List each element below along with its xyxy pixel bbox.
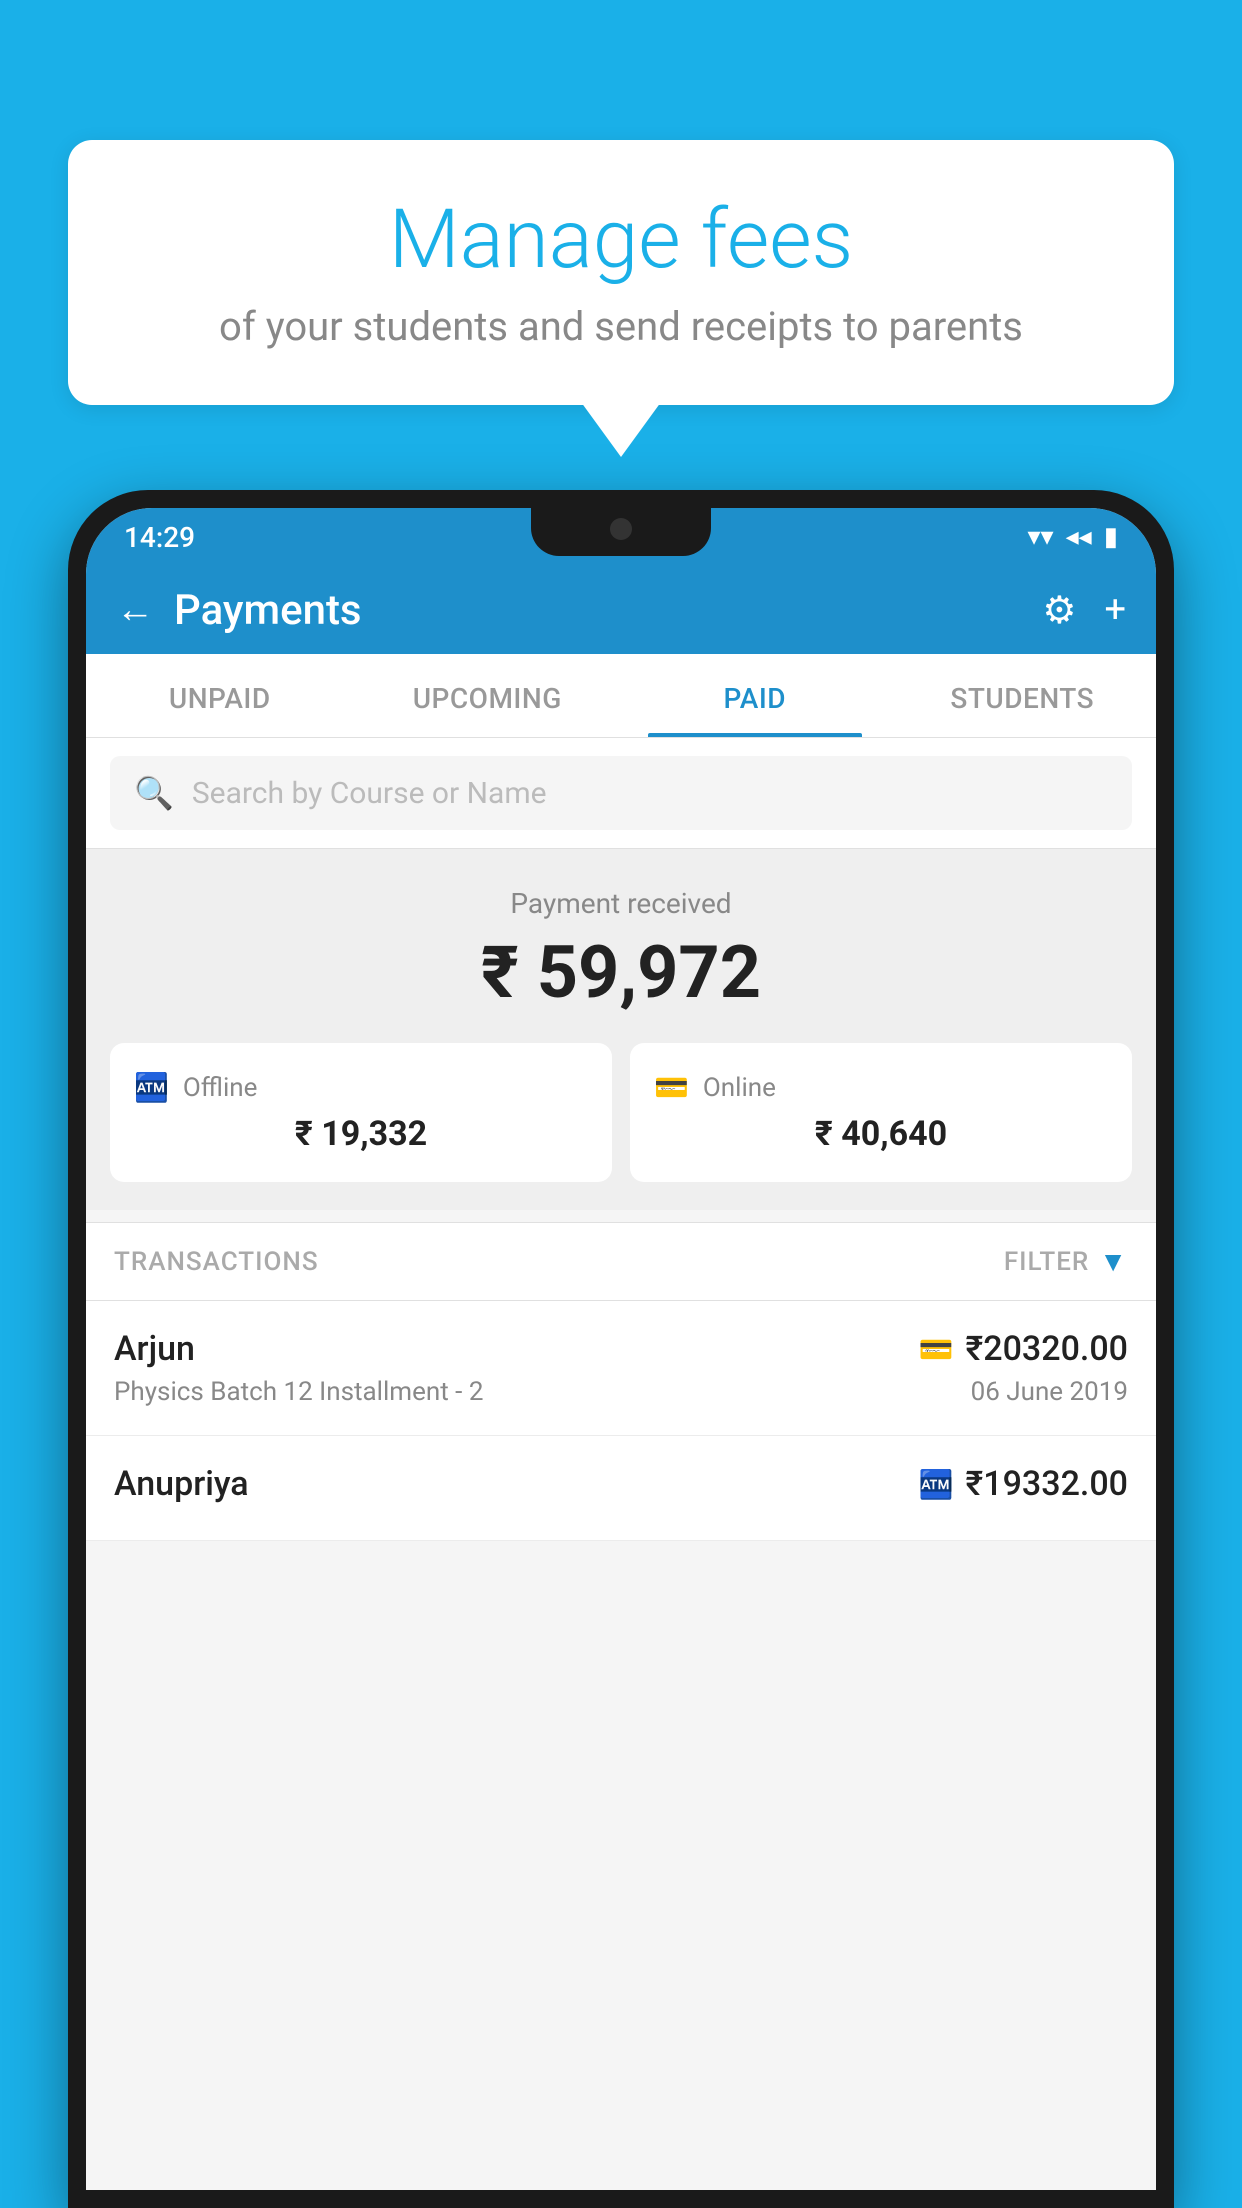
offline-card: 🏧 Offline ₹ 19,332 <box>110 1043 612 1182</box>
plus-button[interactable]: + <box>1104 588 1126 632</box>
transaction-amount: ₹19332.00 <box>966 1464 1128 1504</box>
header-actions: ⚙ + <box>1042 588 1126 633</box>
back-button[interactable]: ← <box>116 588 154 632</box>
transaction-online-icon: 💳 <box>919 1333 954 1366</box>
offline-icon: 🏧 <box>134 1071 169 1104</box>
search-icon: 🔍 <box>134 774 174 812</box>
transaction-row-bottom: Physics Batch 12 Installment - 2 06 June… <box>114 1377 1128 1407</box>
status-time: 14:29 <box>124 521 195 554</box>
search-container: 🔍 Search by Course or Name <box>86 738 1156 849</box>
tab-students[interactable]: STUDENTS <box>889 654 1157 737</box>
bubble-title: Manage fees <box>128 195 1114 285</box>
app-header: ← Payments ⚙ + <box>86 566 1156 654</box>
transaction-course: Physics Batch 12 Installment - 2 <box>114 1377 483 1407</box>
transaction-name: Anupriya <box>114 1464 249 1504</box>
phone-camera <box>610 518 632 540</box>
phone-frame: 14:29 ▾▾ ◂◂ ▮ ← Payments ⚙ + UNPAID UPCO… <box>68 490 1174 2208</box>
transaction-row-top: Arjun 💳 ₹20320.00 <box>114 1329 1128 1369</box>
signal-icon: ◂◂ <box>1066 522 1092 552</box>
online-amount: ₹ 40,640 <box>654 1114 1108 1154</box>
transaction-amount-wrapper: 🏧 ₹19332.00 <box>919 1464 1128 1504</box>
transaction-name: Arjun <box>114 1329 195 1369</box>
search-input-wrapper[interactable]: 🔍 Search by Course or Name <box>110 756 1132 830</box>
transactions-header: TRANSACTIONS FILTER ▼ <box>86 1222 1156 1301</box>
online-icon: 💳 <box>654 1071 689 1104</box>
transaction-amount-wrapper: 💳 ₹20320.00 <box>919 1329 1128 1369</box>
phone-screen: 14:29 ▾▾ ◂◂ ▮ ← Payments ⚙ + UNPAID UPCO… <box>86 508 1156 2190</box>
online-card-header: 💳 Online <box>654 1071 1108 1104</box>
online-card: 💳 Online ₹ 40,640 <box>630 1043 1132 1182</box>
offline-card-header: 🏧 Offline <box>134 1071 588 1104</box>
payment-summary: Payment received ₹ 59,972 🏧 Offline ₹ 19… <box>86 849 1156 1210</box>
filter-icon: ▼ <box>1099 1245 1128 1278</box>
battery-icon: ▮ <box>1104 522 1118 552</box>
filter-label: FILTER <box>1004 1247 1089 1277</box>
online-label: Online <box>703 1073 776 1103</box>
transaction-row-top: Anupriya 🏧 ₹19332.00 <box>114 1464 1128 1504</box>
offline-amount: ₹ 19,332 <box>134 1114 588 1154</box>
header-title: Payments <box>174 586 1042 635</box>
payment-cards: 🏧 Offline ₹ 19,332 💳 Online ₹ 40,640 <box>110 1043 1132 1182</box>
filter-button[interactable]: FILTER ▼ <box>1004 1245 1128 1278</box>
transaction-date: 06 June 2019 <box>971 1377 1128 1407</box>
tab-upcoming[interactable]: UPCOMING <box>354 654 622 737</box>
transaction-row[interactable]: Anupriya 🏧 ₹19332.00 <box>86 1436 1156 1541</box>
tab-paid[interactable]: PAID <box>621 654 889 737</box>
payment-total-amount: ₹ 59,972 <box>110 930 1132 1015</box>
transaction-offline-icon: 🏧 <box>919 1468 954 1501</box>
transaction-amount: ₹20320.00 <box>966 1329 1128 1369</box>
search-placeholder: Search by Course or Name <box>192 776 547 811</box>
bubble-subtitle: of your students and send receipts to pa… <box>128 303 1114 350</box>
speech-bubble-container: Manage fees of your students and send re… <box>68 140 1174 405</box>
status-icons: ▾▾ ◂◂ ▮ <box>1027 522 1118 552</box>
gear-button[interactable]: ⚙ <box>1042 588 1076 633</box>
transactions-label: TRANSACTIONS <box>114 1247 319 1277</box>
tab-unpaid[interactable]: UNPAID <box>86 654 354 737</box>
transaction-row[interactable]: Arjun 💳 ₹20320.00 Physics Batch 12 Insta… <box>86 1301 1156 1436</box>
speech-bubble: Manage fees of your students and send re… <box>68 140 1174 405</box>
tabs-container: UNPAID UPCOMING PAID STUDENTS <box>86 654 1156 738</box>
payment-received-label: Payment received <box>110 887 1132 920</box>
wifi-icon: ▾▾ <box>1027 522 1053 552</box>
phone-notch <box>531 508 711 556</box>
offline-label: Offline <box>183 1073 258 1103</box>
